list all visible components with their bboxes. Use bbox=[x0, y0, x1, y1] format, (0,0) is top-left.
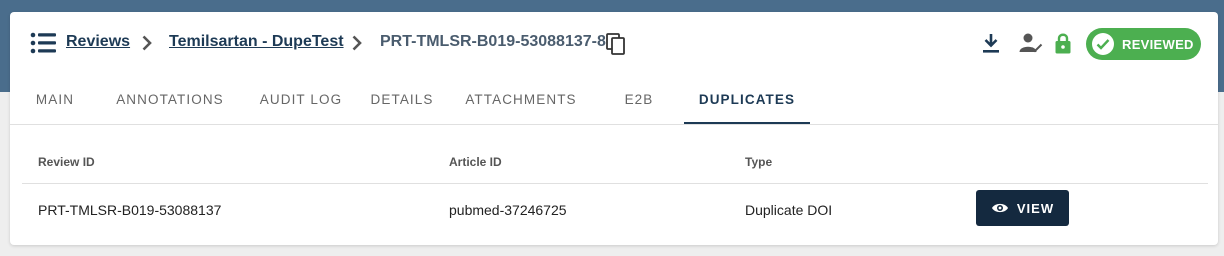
lock-icon[interactable] bbox=[1055, 32, 1071, 54]
user-check-icon[interactable] bbox=[1019, 32, 1043, 54]
table-row: PRT-TMLSR-B019-53088137 pubmed-37246725 … bbox=[22, 184, 1208, 236]
tab-details[interactable]: DETAILS bbox=[362, 78, 442, 124]
tab-attachments[interactable]: ATTACHMENTS bbox=[456, 78, 586, 124]
view-button[interactable]: VIEW bbox=[976, 190, 1069, 226]
tab-e2b[interactable]: E2B bbox=[610, 78, 668, 124]
cell-review-id: PRT-TMLSR-B019-53088137 bbox=[38, 202, 222, 218]
column-header-review-id: Review ID bbox=[38, 155, 95, 169]
tab-annotations[interactable]: ANNOTATIONS bbox=[106, 78, 234, 124]
eye-icon bbox=[991, 203, 1008, 213]
status-badge: REVIEWED bbox=[1086, 28, 1201, 60]
breadcrumb-current: PRT-TMLSR-B019-53088137-8 bbox=[380, 33, 606, 50]
tab-audit-log[interactable]: AUDIT LOG bbox=[248, 78, 354, 124]
menu-icon[interactable] bbox=[30, 32, 56, 54]
check-circle-icon bbox=[1092, 33, 1114, 55]
view-button-label: VIEW bbox=[1016, 200, 1055, 216]
status-badge-label: REVIEWED bbox=[1122, 36, 1194, 52]
breadcrumb-reviews[interactable]: Reviews bbox=[66, 33, 130, 51]
column-header-article-id: Article ID bbox=[449, 155, 502, 169]
chevron-right-icon bbox=[352, 35, 362, 51]
copy-icon[interactable] bbox=[606, 33, 626, 55]
download-icon[interactable] bbox=[981, 32, 1001, 54]
tab-duplicates[interactable]: DUPLICATES bbox=[684, 78, 810, 124]
table-header: Review ID Article ID Type bbox=[22, 140, 1208, 184]
tab-bar: MAIN ANNOTATIONS AUDIT LOG DETAILS ATTAC… bbox=[10, 78, 1218, 125]
tab-main[interactable]: MAIN bbox=[20, 78, 90, 124]
breadcrumb-project[interactable]: Temilsartan - DupeTest bbox=[169, 33, 344, 51]
chevron-right-icon bbox=[142, 35, 152, 51]
cell-article-id: pubmed-37246725 bbox=[449, 202, 567, 218]
review-card: Reviews Temilsartan - DupeTest PRT-TMLSR… bbox=[10, 12, 1218, 245]
review-header: Reviews Temilsartan - DupeTest PRT-TMLSR… bbox=[10, 12, 1218, 78]
column-header-type: Type bbox=[745, 155, 773, 169]
cell-type: Duplicate DOI bbox=[745, 202, 833, 218]
